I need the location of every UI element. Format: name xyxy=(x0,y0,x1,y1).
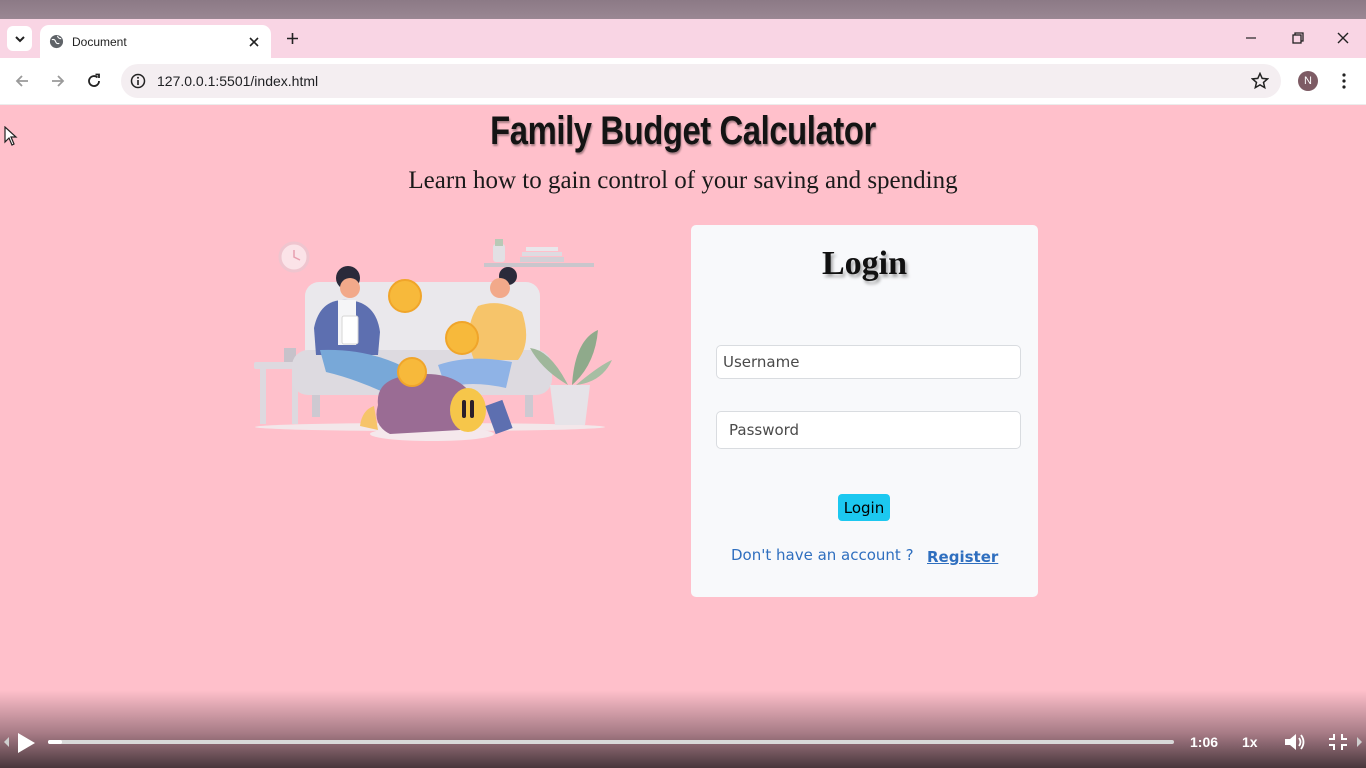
video-time: 1:06 xyxy=(1190,734,1219,750)
video-progress-fill xyxy=(48,740,62,744)
browser-menu-button[interactable] xyxy=(1336,70,1352,92)
top-strip xyxy=(0,0,1366,19)
globe-icon xyxy=(49,34,64,49)
close-window-button[interactable] xyxy=(1333,28,1353,48)
family-budget-illustration xyxy=(254,239,612,441)
forward-button[interactable] xyxy=(47,70,69,92)
browser-tab[interactable]: Document xyxy=(40,25,271,58)
close-tab-icon[interactable] xyxy=(245,33,263,51)
url-text: 127.0.0.1:5501/index.html xyxy=(157,73,319,89)
tab-bar: Document xyxy=(0,19,1366,58)
tab-search-button[interactable] xyxy=(7,26,32,51)
url-field[interactable]: 127.0.0.1:5501/index.html xyxy=(121,64,1281,98)
seek-back-icon[interactable] xyxy=(4,737,10,747)
seek-forward-icon[interactable] xyxy=(1356,737,1362,747)
page-title: Family Budget Calculator xyxy=(490,109,876,153)
volume-icon[interactable] xyxy=(1284,732,1306,752)
reload-icon xyxy=(88,73,100,87)
minimize-button[interactable] xyxy=(1241,28,1261,48)
chevron-down-icon xyxy=(14,35,25,42)
account-question-text: Don't have an account ? xyxy=(731,546,914,564)
login-card: Login Login Don't have an account ? Regi… xyxy=(691,225,1038,597)
video-controls: 1:06 1x xyxy=(0,728,1366,768)
register-link[interactable]: Register xyxy=(927,548,998,566)
forward-arrow-icon xyxy=(52,75,65,87)
password-input[interactable] xyxy=(716,411,1021,449)
plus-icon xyxy=(286,32,298,44)
more-vert-icon xyxy=(1342,73,1346,89)
back-button[interactable] xyxy=(11,70,33,92)
page-content: Family Budget Calculator Learn how to ga… xyxy=(0,105,1366,768)
login-button[interactable]: Login xyxy=(838,494,890,521)
play-icon[interactable] xyxy=(16,732,36,754)
login-heading: Login xyxy=(821,245,908,282)
video-progress-bar[interactable] xyxy=(48,740,1174,744)
playback-speed-button[interactable]: 1x xyxy=(1242,734,1258,750)
page-subtitle: Learn how to gain control of your saving… xyxy=(408,167,958,194)
exit-fullscreen-icon[interactable] xyxy=(1328,733,1348,751)
restore-icon xyxy=(1292,32,1304,44)
site-info-icon[interactable] xyxy=(129,72,147,90)
close-icon xyxy=(1337,32,1349,44)
minimize-icon xyxy=(1246,37,1256,39)
tab-title: Document xyxy=(72,34,127,49)
profile-avatar[interactable]: N xyxy=(1298,71,1318,91)
restore-button[interactable] xyxy=(1288,28,1308,48)
reload-button[interactable] xyxy=(83,70,105,92)
username-input[interactable] xyxy=(716,345,1021,379)
new-tab-button[interactable] xyxy=(282,28,302,48)
mouse-cursor-icon xyxy=(4,126,18,146)
address-bar: 127.0.0.1:5501/index.html N xyxy=(0,58,1366,105)
bookmark-star-icon[interactable] xyxy=(1251,72,1269,90)
back-arrow-icon xyxy=(15,75,28,87)
